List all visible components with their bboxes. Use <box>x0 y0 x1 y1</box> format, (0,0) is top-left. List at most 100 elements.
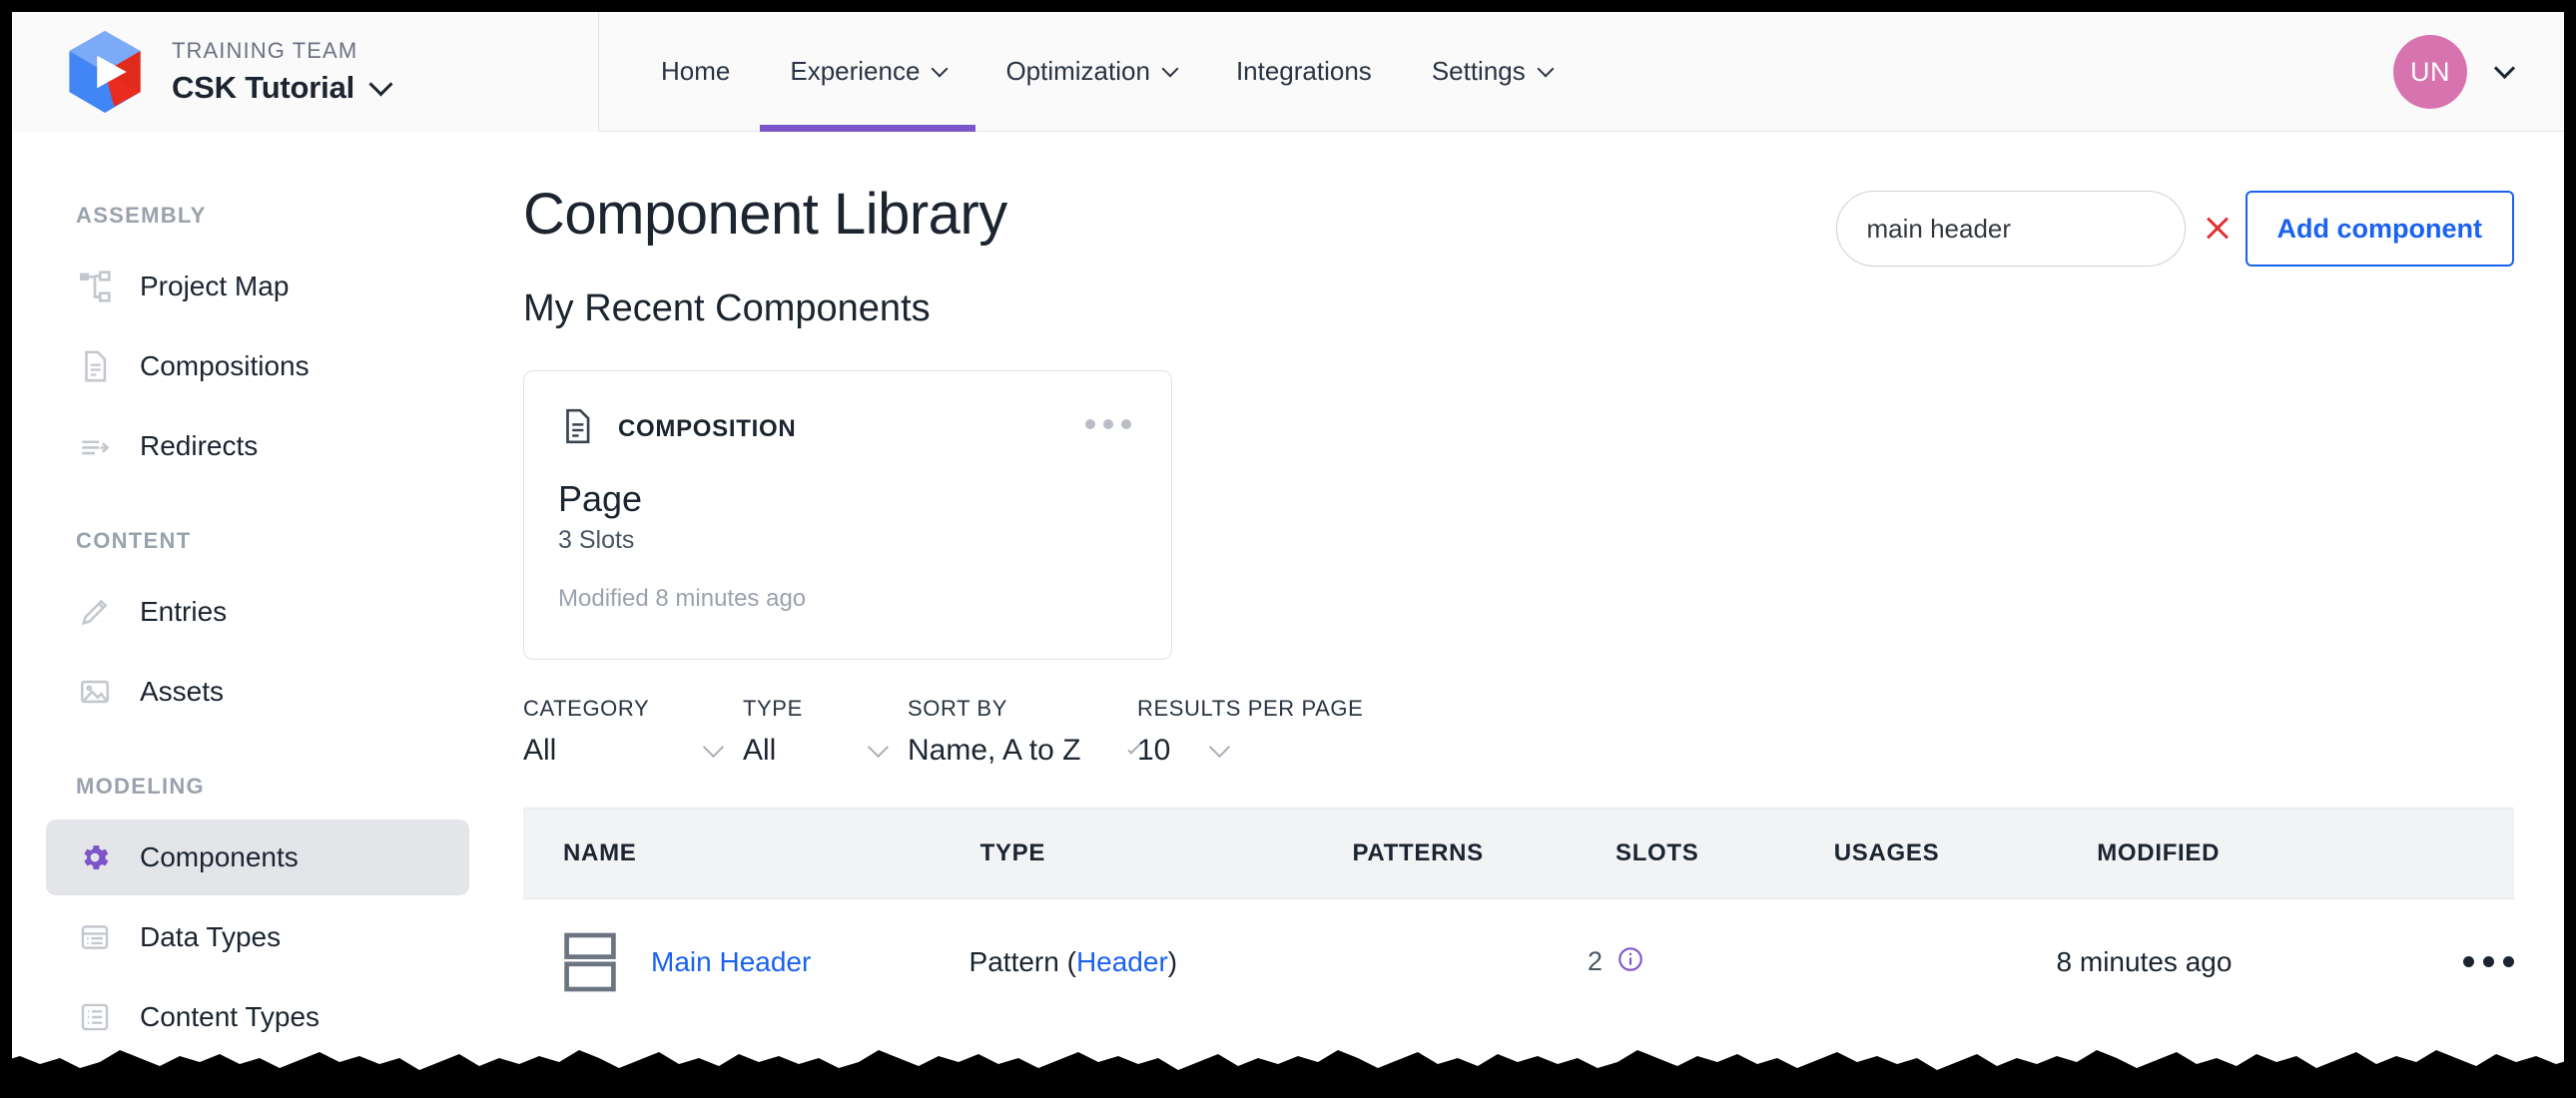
sidebar: ASSEMBLY Project Map Compositions Redire… <box>12 133 503 1086</box>
card-type-label: COMPOSITION <box>618 414 797 442</box>
filter-sort-by[interactable]: SORT BY Name, A to Z <box>908 696 1142 768</box>
nav-item-settings[interactable]: Settings <box>1402 12 1582 132</box>
sidebar-item-label: Data Types <box>140 921 282 952</box>
team-label: TRAINING TEAM <box>172 38 358 64</box>
components-table: NAME TYPE PATTERNS SLOTS USAGES MODIFIED <box>523 808 2515 1024</box>
user-menu[interactable]: UN <box>2393 12 2516 132</box>
card-slots: 3 Slots <box>558 526 635 554</box>
chevron-down-icon[interactable] <box>868 736 890 758</box>
chevron-down-icon[interactable] <box>1209 736 1231 758</box>
cell-type: Pattern (Header) <box>969 946 1332 978</box>
sidebar-item-components[interactable]: Components <box>46 820 469 895</box>
nav-item-experience[interactable]: Experience <box>760 12 976 132</box>
arrow-right-icon <box>76 427 114 465</box>
type-link[interactable]: Header <box>1076 946 1168 977</box>
sitemap-icon <box>76 268 114 305</box>
type-suffix: ) <box>1167 945 1178 977</box>
cell-modified: 8 minutes ago <box>2056 945 2233 977</box>
column-header-type[interactable]: TYPE <box>980 839 1353 867</box>
search-box[interactable] <box>1835 191 2202 267</box>
type-prefix: Pattern ( <box>968 945 1076 977</box>
chevron-down-icon <box>2493 57 2516 80</box>
image-icon <box>76 673 114 711</box>
filter-value: 10 <box>1137 734 1171 767</box>
filter-type[interactable]: TYPE All <box>743 696 908 768</box>
pattern-layout-icon <box>563 931 617 993</box>
main-nav: Home Experience Optimization Integration… <box>599 12 1582 132</box>
sidebar-group-modeling: MODELING <box>76 774 205 799</box>
sidebar-item-project-map[interactable]: Project Map <box>46 249 469 324</box>
sidebar-item-label: Compositions <box>140 350 310 381</box>
brand-area[interactable]: TRAINING TEAM CSK Tutorial <box>12 12 599 132</box>
gear-icon <box>76 838 114 876</box>
chevron-down-icon <box>1161 60 1179 78</box>
main-content: Component Library Add component My Recen… <box>503 133 2564 1086</box>
add-component-button[interactable]: Add component <box>2245 191 2514 267</box>
chevron-down-icon[interactable] <box>703 736 725 758</box>
table-header-row: NAME TYPE PATTERNS SLOTS USAGES MODIFIED <box>523 808 2514 899</box>
filter-value: All <box>523 734 557 767</box>
filter-value: Name, A to Z <box>908 734 1081 767</box>
sidebar-item-label: Components <box>140 841 299 872</box>
top-bar: TRAINING TEAM CSK Tutorial Home Experien… <box>12 12 2564 132</box>
nav-item-label: Home <box>661 56 731 86</box>
table-row[interactable]: Main Header Pattern (Header) 2 8 minutes… <box>523 899 2515 1024</box>
section-subtitle: My Recent Components <box>523 287 931 329</box>
column-header-patterns[interactable]: PATTERNS <box>1352 839 1615 867</box>
filter-label: TYPE <box>743 696 803 721</box>
card-title: Page <box>558 478 643 519</box>
nav-item-integrations[interactable]: Integrations <box>1206 12 1402 132</box>
close-x-icon[interactable] <box>2202 213 2234 245</box>
component-name-link[interactable]: Main Header <box>651 946 811 978</box>
document-icon <box>558 407 596 450</box>
document-icon <box>76 347 114 385</box>
nav-item-optimization[interactable]: Optimization <box>975 12 1206 132</box>
sidebar-item-label: Redirects <box>140 430 259 461</box>
info-circle-icon[interactable] <box>1616 945 1644 978</box>
search-input[interactable] <box>1866 213 2202 245</box>
chevron-down-icon <box>1537 60 1555 78</box>
sidebar-item-label: Assets <box>140 676 225 707</box>
ellipsis-icon[interactable] <box>1085 419 1131 429</box>
main-toolbar: Add component <box>1835 191 2514 267</box>
nav-item-label: Integrations <box>1235 56 1372 86</box>
sidebar-group-assembly: ASSEMBLY <box>76 203 207 228</box>
filter-label: RESULTS PER PAGE <box>1137 696 1364 721</box>
sidebar-item-compositions[interactable]: Compositions <box>46 328 469 404</box>
card-modified: Modified 8 minutes ago <box>558 585 807 612</box>
list-card-icon <box>76 918 114 956</box>
column-header-slots[interactable]: SLOTS <box>1615 839 1834 867</box>
app-window: TRAINING TEAM CSK Tutorial Home Experien… <box>12 12 2564 1086</box>
avatar: UN <box>2393 35 2467 109</box>
filter-bar: CATEGORY All TYPE All SORT BY Name, A to… <box>523 696 2514 768</box>
cell-actions <box>2433 956 2515 967</box>
sidebar-item-label: Entries <box>140 596 228 627</box>
cell-name: Main Header <box>523 931 969 993</box>
torn-bottom-edge <box>0 1012 2576 1098</box>
nav-item-label: Experience <box>790 56 921 86</box>
column-header-name[interactable]: NAME <box>523 839 980 867</box>
sidebar-item-data-types[interactable]: Data Types <box>46 899 469 975</box>
filter-value: All <box>743 734 777 767</box>
brand-text: TRAINING TEAM CSK Tutorial <box>172 37 393 106</box>
chevron-down-icon[interactable] <box>368 72 393 97</box>
chevron-down-icon <box>931 60 949 78</box>
recent-composition-card[interactable]: COMPOSITION Page 3 Slots Modified 8 minu… <box>523 370 1172 660</box>
filter-label: CATEGORY <box>523 696 650 721</box>
cube-play-logo-icon <box>69 30 141 113</box>
sidebar-item-entries[interactable]: Entries <box>46 574 469 650</box>
filter-label: SORT BY <box>908 696 1007 721</box>
column-header-modified[interactable]: MODIFIED <box>2097 839 2484 867</box>
column-header-usages[interactable]: USAGES <box>1834 839 2098 867</box>
sidebar-item-redirects[interactable]: Redirects <box>46 408 469 484</box>
cell-slots: 2 <box>1588 945 1800 978</box>
team-name: CSK Tutorial <box>172 69 355 105</box>
filter-category[interactable]: CATEGORY All <box>523 696 743 768</box>
ellipsis-icon[interactable] <box>2463 956 2515 967</box>
filter-results-per-page[interactable]: RESULTS PER PAGE 10 <box>1137 696 1367 768</box>
slots-count: 2 <box>1588 946 1604 976</box>
nav-item-home[interactable]: Home <box>631 12 760 132</box>
sidebar-item-assets[interactable]: Assets <box>46 654 469 730</box>
